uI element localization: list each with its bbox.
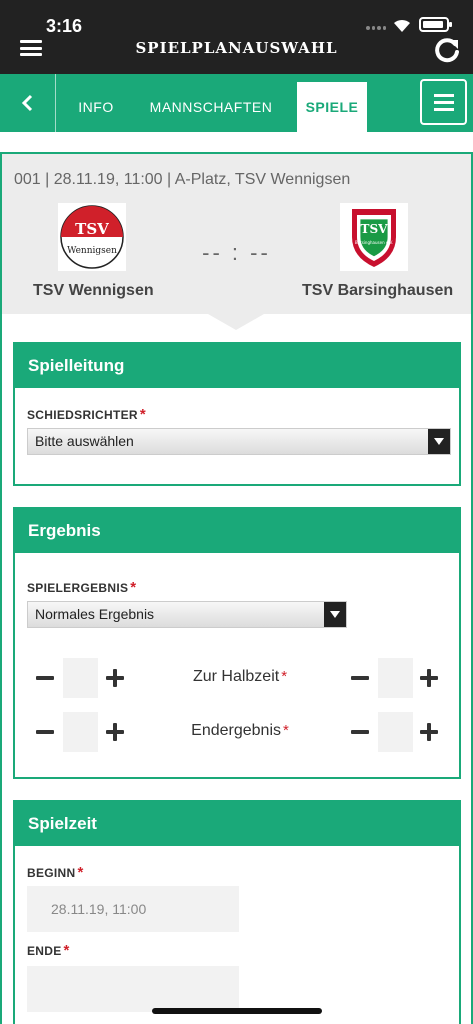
home-halftime-input[interactable] (63, 658, 98, 698)
playtime-section: Spielzeit BEGINN * 28.11.19, 11:00 ENDE * (13, 800, 461, 1024)
home-logo-text: TSV (75, 220, 109, 238)
game-result-label: SPIELERGEBNIS * (27, 579, 137, 596)
battery-icon (419, 17, 452, 32)
referee-select-value: Bitte auswählen (35, 433, 134, 449)
officials-section: Spielleitung SCHIEDSRICHTER * Bitte auswä… (13, 342, 461, 486)
home-halftime-minus-icon[interactable] (36, 676, 54, 680)
away-halftime-plus-icon[interactable] (420, 669, 438, 687)
away-final-plus-icon[interactable] (420, 723, 438, 741)
status-time: 3:16 (46, 16, 83, 36)
result-title: Ergebnis (15, 509, 459, 553)
required-mark: * (63, 942, 70, 959)
start-label: BEGINN * (27, 864, 84, 881)
away-halftime-input[interactable] (378, 658, 413, 698)
game-result-select-value: Normales Ergebnis (35, 606, 155, 622)
end-input[interactable] (27, 966, 239, 1012)
home-final-input[interactable] (63, 712, 98, 752)
home-team-name: TSV Wennigsen (33, 282, 154, 299)
result-section: Ergebnis SPIELERGEBNIS * Normales Ergebni… (13, 507, 461, 779)
away-halftime-minus-icon[interactable] (351, 676, 369, 680)
officials-title: Spielleitung (15, 344, 459, 388)
start-input[interactable]: 28.11.19, 11:00 (27, 886, 239, 932)
away-logo-subtext: Barsinghausen e.V. (355, 240, 393, 245)
away-logo-text: TSV (361, 222, 389, 236)
away-team-name: TSV Barsinghausen (302, 282, 454, 299)
match-card: 001 | 28.11.19, 11:00 | A-Platz, TSV Wen… (0, 152, 473, 1024)
tab-info[interactable]: INFO (68, 82, 124, 132)
wifi-icon (394, 19, 410, 32)
tab-bar: INFO MANNSCHAFTEN SPIELE (0, 74, 473, 132)
required-mark: * (77, 864, 84, 881)
halftime-label: Zur Halbzeit * (192, 668, 288, 685)
required-mark: * (281, 668, 288, 685)
refresh-icon[interactable] (433, 36, 461, 64)
away-final-minus-icon[interactable] (351, 730, 369, 734)
halftime-row: Zur Halbzeit * (15, 658, 459, 698)
final-row: Endergebnis * (15, 712, 459, 752)
header-pointer (208, 314, 264, 330)
select-arrow-icon (428, 429, 450, 454)
required-mark: * (283, 722, 289, 739)
tab-games[interactable]: SPIELE (297, 82, 367, 132)
referee-select[interactable]: Bitte auswählen (27, 428, 451, 455)
final-label: Endergebnis * (191, 722, 289, 739)
select-arrow-icon (324, 602, 346, 627)
home-halftime-plus-icon[interactable] (106, 669, 124, 687)
end-label: ENDE * (27, 942, 70, 959)
home-final-minus-icon[interactable] (36, 730, 54, 734)
match-header: 001 | 28.11.19, 11:00 | A-Platz, TSV Wen… (2, 154, 471, 314)
signal-icon (366, 26, 386, 30)
back-chevron-icon (21, 94, 32, 112)
home-indicator (152, 1008, 322, 1014)
hamburger-icon[interactable] (420, 79, 467, 125)
back-button[interactable] (0, 74, 56, 132)
required-mark: * (139, 406, 147, 423)
required-mark: * (130, 579, 137, 596)
away-final-input[interactable] (378, 712, 413, 752)
page-title: SPIELPLANAUSWAHL (135, 39, 338, 57)
referee-label: SCHIEDSRICHTER * (27, 406, 147, 423)
match-info: 001 | 28.11.19, 11:00 | A-Platz, TSV Wen… (14, 171, 351, 188)
playtime-title: Spielzeit (15, 802, 459, 846)
tab-teams[interactable]: MANNSCHAFTEN (142, 82, 280, 132)
app-header: 3:16 SPIELPLANAUSWAHL (0, 0, 473, 74)
home-final-plus-icon[interactable] (106, 723, 124, 741)
game-result-select[interactable]: Normales Ergebnis (27, 601, 347, 628)
away-team-logo: TSV Barsinghausen e.V. (340, 203, 408, 271)
